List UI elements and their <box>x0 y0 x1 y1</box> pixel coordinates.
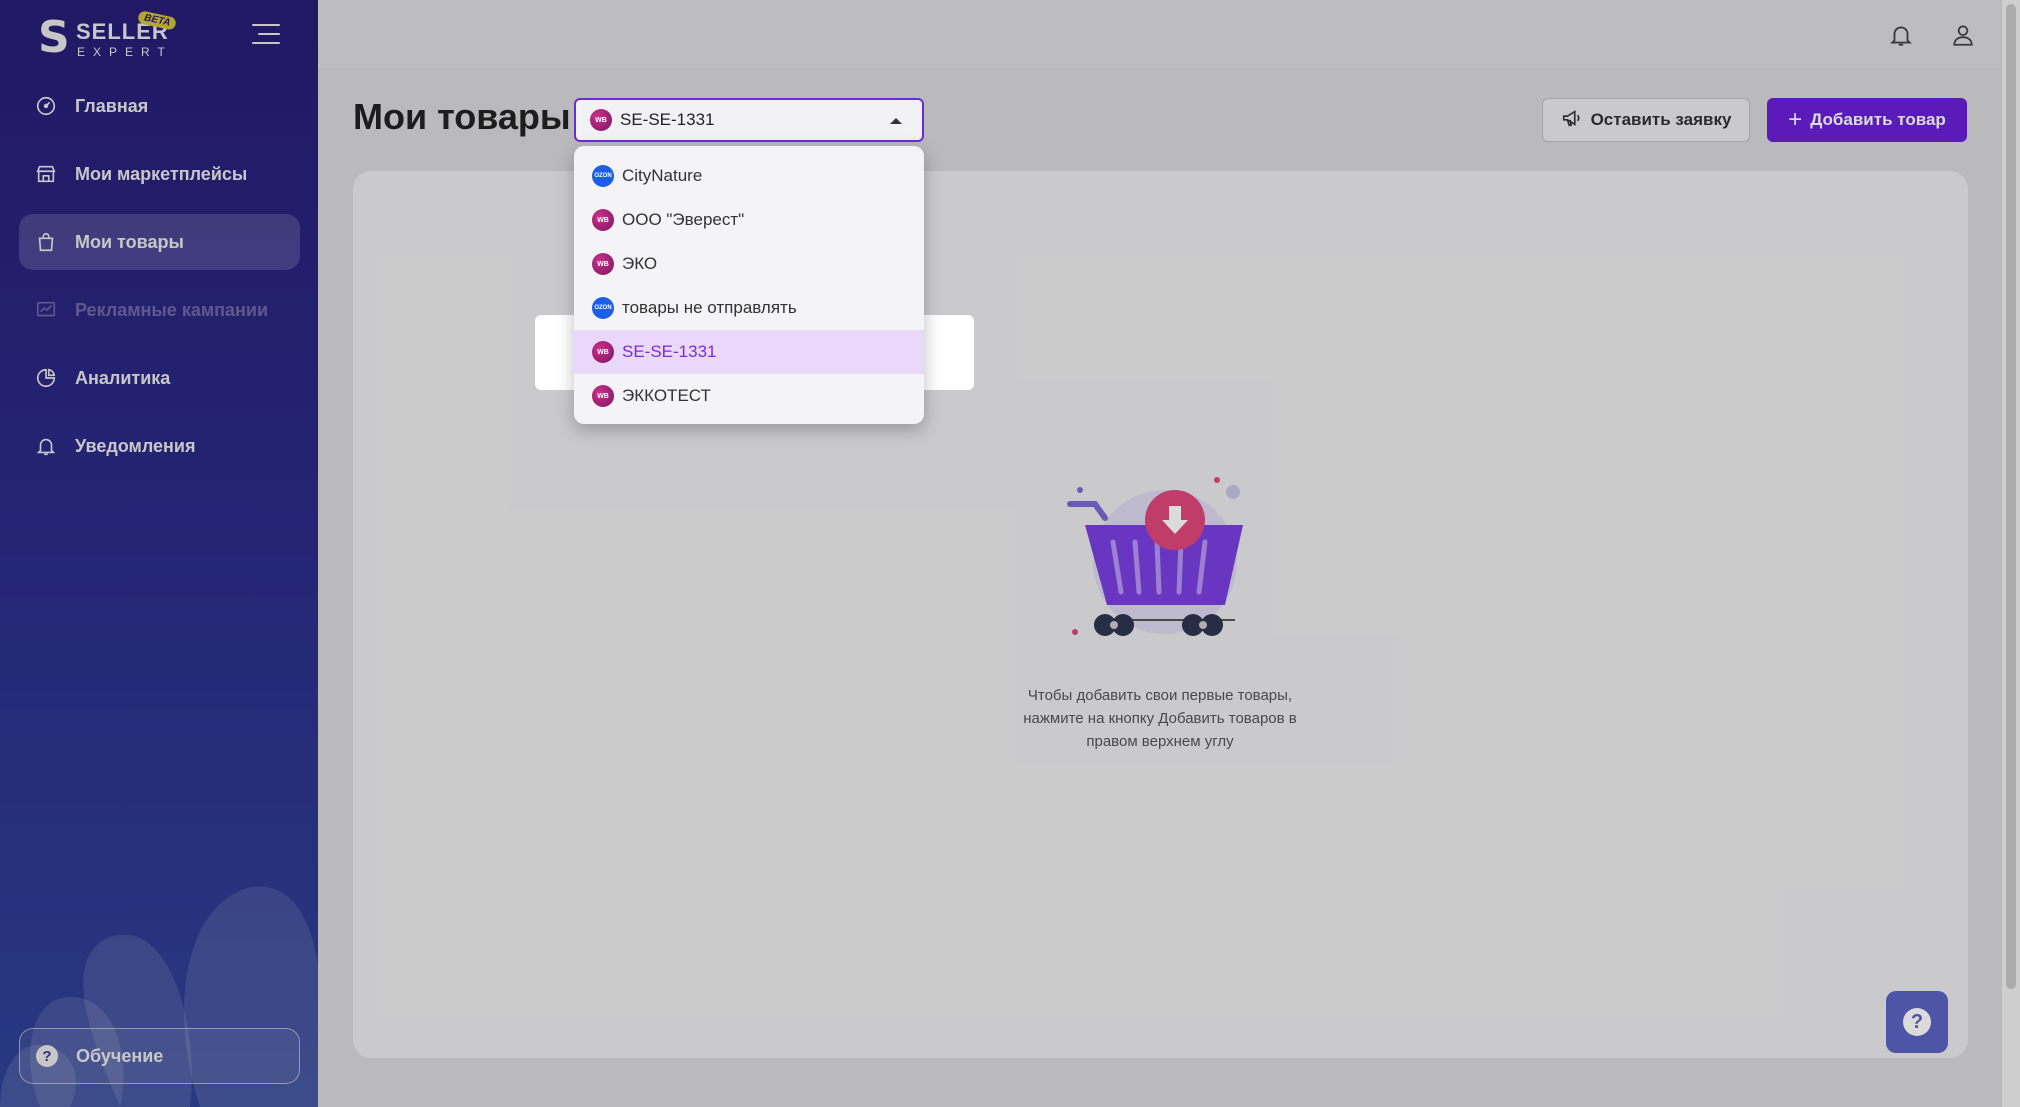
page-scrollbar[interactable] <box>2002 0 2020 1107</box>
caret-up-icon <box>890 118 902 124</box>
sidebar-item-label: Уведомления <box>75 435 196 456</box>
dashboard-icon <box>35 95 57 117</box>
sidebar-item-label: Мои маркетплейсы <box>75 163 248 184</box>
training-label: Обучение <box>76 1045 164 1066</box>
store-option[interactable]: OZON CityNature <box>574 154 924 198</box>
question-icon: ? <box>36 1045 58 1067</box>
training-button[interactable]: ? Обучение <box>19 1028 300 1084</box>
store-option-label: ЭККОТЕСТ <box>622 386 711 405</box>
store-option-label: товары не отправлять <box>622 298 797 317</box>
notification-bell-icon[interactable] <box>1888 22 1914 48</box>
store-option[interactable]: WB ЭКО <box>574 242 924 286</box>
store-option-label: SE-SE-1331 <box>622 342 717 361</box>
sidebar-item-label: Аналитика <box>75 367 171 388</box>
top-bar <box>318 0 2000 68</box>
add-product-button[interactable]: + Добавить товар <box>1767 98 1967 142</box>
store-icon <box>35 163 57 185</box>
logo-letter: S <box>38 12 70 63</box>
wb-marketplace-icon: WB <box>592 253 614 275</box>
megaphone-icon <box>1561 107 1583 134</box>
wb-marketplace-icon: WB <box>592 385 614 407</box>
sidebar-item-products[interactable]: Мои товары <box>19 214 300 270</box>
store-option-label: ООО "Эверест" <box>622 210 745 229</box>
user-profile-icon[interactable] <box>1950 22 1976 48</box>
empty-cart-illustration <box>1067 477 1243 636</box>
add-product-label: Добавить товар <box>1810 110 1946 129</box>
store-select-value: SE-SE-1331 <box>620 110 715 129</box>
sidebar-item-analytics[interactable]: Аналитика <box>19 350 300 406</box>
store-option[interactable]: OZON товары не отправлять <box>574 286 924 330</box>
ozon-marketplace-icon: OZON <box>592 165 614 187</box>
plus-icon: + <box>1788 106 1803 133</box>
empty-state-line: правом верхнем углу <box>1086 733 1234 750</box>
bag-icon <box>35 231 57 253</box>
scrollbar-thumb[interactable] <box>2006 4 2016 989</box>
store-option[interactable]: WB ЭККОТЕСТ <box>574 374 924 418</box>
wb-marketplace-icon: WB <box>590 109 612 131</box>
sidebar-item-label: Мои товары <box>75 231 184 252</box>
menu-toggle-icon[interactable] <box>252 24 280 46</box>
wb-marketplace-icon: WB <box>592 341 614 363</box>
empty-state-line: нажмите на кнопку Добавить товаров в <box>1023 710 1297 727</box>
chart-icon <box>35 299 57 321</box>
bell-icon <box>35 435 57 457</box>
sidebar-nav: Главная Мои маркетплейсы Мои товары Рекл… <box>19 78 300 486</box>
leave-request-button[interactable]: Оставить заявку <box>1542 98 1750 142</box>
sidebar: S SELLER EXPERT BETA Главная Мои маркетп… <box>0 0 318 1107</box>
empty-state-line: Чтобы добавить свои первые товары, <box>1027 687 1293 704</box>
pie-icon <box>35 367 57 389</box>
store-option-label: ЭКО <box>622 254 658 273</box>
logo-subname: EXPERT <box>77 45 173 59</box>
store-option-selected[interactable]: WB SE-SE-1331 <box>574 330 924 374</box>
store-select[interactable]: WB SE-SE-1331 <box>574 98 924 142</box>
sidebar-item-label: Главная <box>75 95 149 116</box>
sidebar-item-label: Рекламные кампании <box>75 299 269 320</box>
sidebar-item-marketplaces[interactable]: Мои маркетплейсы <box>19 146 300 202</box>
leave-request-label: Оставить заявку <box>1590 110 1732 129</box>
store-option[interactable]: WB ООО "Эверест" <box>574 198 924 242</box>
wb-marketplace-icon: WB <box>592 209 614 231</box>
store-option-label: CityNature <box>622 166 703 185</box>
empty-state-message: Чтобы добавить свои первые товары, нажми… <box>1000 684 1320 753</box>
app-logo[interactable]: S SELLER EXPERT BETA <box>38 10 208 63</box>
store-dropdown-menu: OZON CityNature WB ООО "Эверест" WB ЭКО … <box>574 146 924 424</box>
ozon-marketplace-icon: OZON <box>592 297 614 319</box>
sidebar-item-home[interactable]: Главная <box>19 78 300 134</box>
sidebar-item-notifications[interactable]: Уведомления <box>19 418 300 474</box>
sidebar-item-ad-campaigns[interactable]: Рекламные кампании <box>19 282 300 338</box>
help-chat-button[interactable]: ? <box>1886 991 1948 1053</box>
question-icon: ? <box>1903 1008 1931 1036</box>
page-title: Мои товары <box>353 96 571 137</box>
